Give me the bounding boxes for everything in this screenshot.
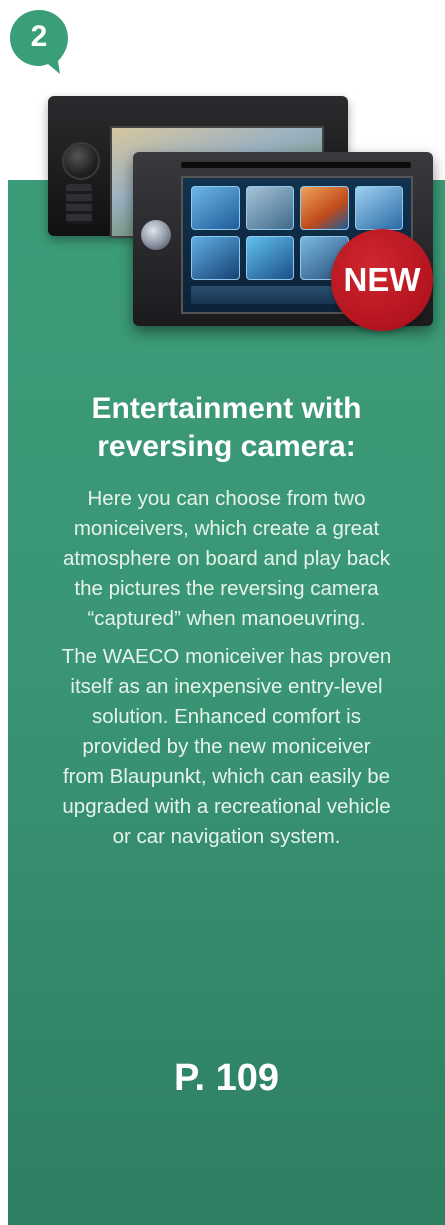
number-badge: 2: [8, 8, 70, 74]
paragraph: Here you can choose from two moniceivers…: [8, 484, 445, 634]
text-line: The WAECO moniceiver has proven: [61, 645, 392, 668]
body-text: Here you can choose from two moniceivers…: [8, 484, 445, 860]
heading-line: reversing camera:: [97, 430, 356, 463]
text-line: moniceivers, which create a great: [73, 517, 380, 540]
menu-tile-icon: [191, 186, 240, 230]
text-line: Here you can choose from two: [87, 487, 366, 510]
menu-tile-icon: [354, 186, 403, 230]
menu-tile-icon: [245, 236, 294, 280]
menu-tile-icon: [191, 236, 240, 280]
disc-slot-icon: [181, 162, 411, 168]
text-line: from Blaupunkt, which can easily be: [62, 765, 391, 788]
page: 2 NEW Entertainment with reversing camer…: [0, 0, 445, 1225]
page-reference: P. 109: [174, 1057, 279, 1099]
text-line: the pictures the reversing camera: [74, 577, 379, 600]
text-line: provided by the new moniceiver: [82, 735, 371, 758]
control-knob-icon: [141, 220, 171, 250]
section-heading: Entertainment with reversing camera:: [8, 390, 445, 466]
text-line: “captured” when manoeuvring.: [87, 607, 366, 630]
badge-number: 2: [30, 20, 48, 53]
text-line: itself as an inexpensive entry-level: [70, 675, 383, 698]
text-line: or car navigation system.: [112, 825, 341, 848]
menu-tile-icon: [245, 186, 294, 230]
button-strip-icon: [66, 184, 92, 224]
paragraph: The WAECO moniceiver has proven itself a…: [8, 642, 445, 852]
text-line: atmosphere on board and play back: [62, 547, 391, 570]
volume-knob-icon: [62, 142, 100, 180]
product-image: NEW: [48, 96, 438, 336]
text-line: upgraded with a recreational vehicle: [62, 795, 391, 818]
heading-line: Entertainment with: [91, 392, 362, 425]
menu-tile-icon: [300, 186, 349, 230]
text-line: solution. Enhanced comfort is: [92, 705, 361, 728]
new-badge: NEW: [331, 229, 433, 331]
